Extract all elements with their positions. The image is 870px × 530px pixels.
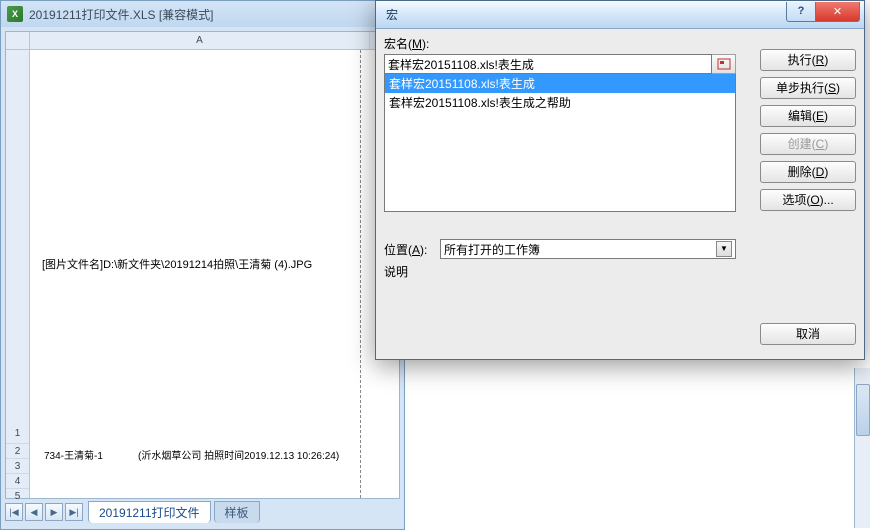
row-header-4[interactable]: 4 — [6, 474, 29, 489]
image-filename-cell: [图片文件名]D:\新文件夹\20191214拍照\王清菊 (4).JPG — [42, 256, 312, 272]
nav-prev-icon[interactable]: ◀ — [25, 503, 43, 521]
excel-titlebar: X 20191211打印文件.XLS [兼容模式] — [1, 1, 404, 27]
macro-item-selected[interactable]: 套样宏20151108.xls!表生成 — [385, 74, 735, 93]
description-label: 说明 — [384, 263, 408, 280]
chevron-down-icon[interactable]: ▼ — [716, 241, 732, 257]
nav-next-icon[interactable]: ▶ — [45, 503, 63, 521]
delete-button[interactable]: 删除(D) — [760, 161, 856, 183]
page-break-line — [360, 50, 361, 498]
column-header-a[interactable]: A — [30, 32, 370, 49]
location-label: 位置(A): — [384, 241, 440, 258]
row-header-1[interactable]: 1 — [6, 50, 29, 444]
dialog-title: 宏 — [386, 6, 786, 23]
vertical-scrollbar[interactable] — [854, 368, 870, 528]
row-headers: 1 2 3 4 5 — [6, 50, 30, 498]
options-button[interactable]: 选项(O)... — [760, 189, 856, 211]
scrollbar-thumb[interactable] — [856, 384, 870, 436]
row2-left-cell: 734-王清菊-1 — [44, 447, 103, 462]
macro-item[interactable]: 套样宏20151108.xls!表生成之帮助 — [385, 93, 735, 112]
nav-last-icon[interactable]: ▶| — [65, 503, 83, 521]
reference-picker-icon[interactable] — [712, 54, 736, 74]
macro-list[interactable]: 套样宏20151108.xls!表生成 套样宏20151108.xls!表生成之… — [384, 74, 736, 212]
close-button[interactable]: ✕ — [816, 2, 860, 22]
row-header-2[interactable]: 2 — [6, 444, 29, 459]
step-button[interactable]: 单步执行(S) — [760, 77, 856, 99]
help-button[interactable]: ? — [786, 2, 816, 22]
cancel-button[interactable]: 取消 — [760, 323, 856, 345]
select-all-corner[interactable] — [6, 32, 30, 50]
cell-grid[interactable]: [图片文件名]D:\新文件夹\20191214拍照\王清菊 (4).JPG 73… — [30, 50, 399, 498]
edit-button[interactable]: 编辑(E) — [760, 105, 856, 127]
sheet-tab-active[interactable]: 20191211打印文件 — [88, 501, 211, 523]
sheet-tab-bar: |◀ ◀ ▶ ▶| 20191211打印文件 样板 — [5, 501, 400, 523]
excel-app-icon: X — [7, 6, 23, 22]
macro-name-input[interactable] — [384, 54, 712, 74]
row2-right-cell: (沂水烟草公司 拍照时间2019.12.13 10:26:24) — [138, 447, 339, 462]
location-value: 所有打开的工作簿 — [444, 241, 540, 258]
location-select[interactable]: 所有打开的工作簿 ▼ — [440, 239, 736, 259]
macro-dialog: 宏 ? ✕ 宏名(M): 套样宏20151108.xls!表生成 套样宏2015… — [375, 0, 865, 360]
dialog-titlebar[interactable]: 宏 ? ✕ — [376, 1, 864, 29]
excel-title: 20191211打印文件.XLS [兼容模式] — [29, 6, 214, 23]
nav-first-icon[interactable]: |◀ — [5, 503, 23, 521]
column-headers: A — [30, 32, 399, 50]
run-button[interactable]: 执行(R) — [760, 49, 856, 71]
excel-window: X 20191211打印文件.XLS [兼容模式] A 1 2 3 4 5 [图… — [0, 0, 405, 530]
create-button: 创建(C) — [760, 133, 856, 155]
row-header-3[interactable]: 3 — [6, 459, 29, 474]
worksheet-area: A 1 2 3 4 5 [图片文件名]D:\新文件夹\20191214拍照\王清… — [5, 31, 400, 499]
sheet-tab-template[interactable]: 样板 — [214, 501, 260, 523]
